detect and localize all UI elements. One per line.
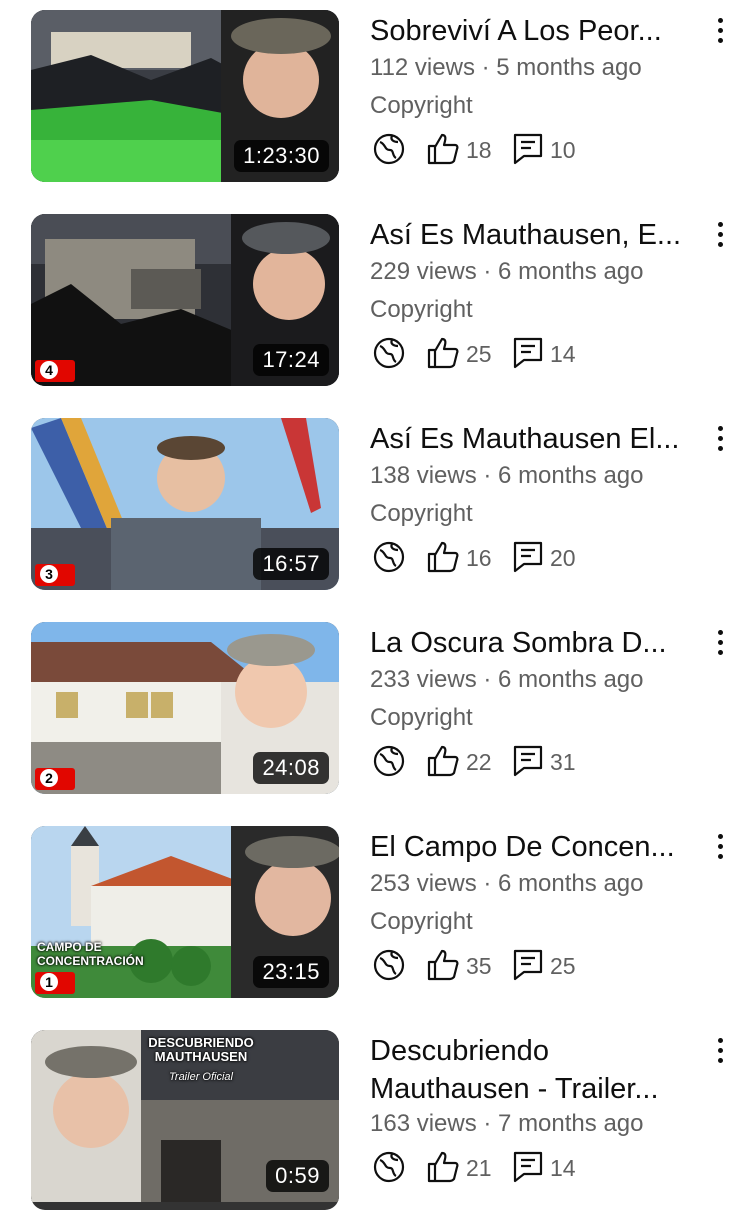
video-restriction[interactable]: Copyright (370, 296, 473, 324)
like-count: 21 (466, 1155, 492, 1181)
part-badge: 3 (35, 564, 75, 586)
video-meta: 233 views · 6 months ago (370, 666, 644, 693)
video-title[interactable]: Así Es Mauthausen, E... (370, 216, 690, 254)
comment-count: 10 (550, 137, 576, 163)
comment-count: 14 (550, 1155, 576, 1181)
video-restriction[interactable]: Copyright (370, 92, 473, 120)
more-vert-icon[interactable] (710, 1038, 730, 1068)
video-restriction[interactable]: Copyright (370, 500, 473, 528)
video-thumbnail[interactable]: 4 17:24 (31, 214, 339, 386)
comment-icon[interactable] (512, 336, 544, 370)
globe-icon (373, 745, 405, 777)
comment-icon[interactable] (512, 540, 544, 574)
video-restriction[interactable]: Copyright (370, 704, 473, 732)
thumbs-up-icon[interactable] (426, 132, 460, 166)
video-stats: 21 14 (370, 1150, 610, 1190)
video-meta: 253 views · 6 months ago (370, 870, 644, 897)
more-vert-icon[interactable] (710, 426, 730, 456)
video-thumbnail[interactable]: 1:23:30 (31, 10, 339, 182)
video-duration: 24:08 (253, 752, 329, 784)
video-duration: 0:59 (266, 1160, 329, 1192)
video-stats: 16 20 (370, 540, 610, 580)
video-thumbnail[interactable]: 2 24:08 (31, 622, 339, 794)
video-title[interactable]: Así Es Mauthausen El... (370, 420, 690, 458)
thumbs-up-icon[interactable] (426, 948, 460, 982)
comment-count: 25 (550, 953, 576, 979)
video-row[interactable]: 3 16:57 Así Es Mauthausen El... 138 view… (0, 418, 751, 594)
globe-icon (373, 133, 405, 165)
video-meta: 138 views · 6 months ago (370, 462, 644, 489)
comment-icon[interactable] (512, 1150, 544, 1184)
comment-count: 31 (550, 749, 576, 775)
thumbs-up-icon[interactable] (426, 1150, 460, 1184)
video-thumbnail[interactable]: DESCUBRIENDO MAUTHAUSEN Trailer Oficial … (31, 1030, 339, 1210)
video-stats: 35 25 (370, 948, 610, 988)
video-row[interactable]: CAMPO DE CONCENTRACIÓN 1 23:15 El Campo … (0, 826, 751, 1002)
comment-count: 20 (550, 545, 576, 571)
comment-count: 14 (550, 341, 576, 367)
more-vert-icon[interactable] (710, 834, 730, 864)
globe-icon (373, 337, 405, 369)
more-vert-icon[interactable] (710, 222, 730, 252)
video-duration: 1:23:30 (234, 140, 329, 172)
video-thumbnail[interactable]: CAMPO DE CONCENTRACIÓN 1 23:15 (31, 826, 339, 998)
video-title[interactable]: El Campo De Concen... (370, 828, 690, 866)
more-vert-icon[interactable] (710, 18, 730, 48)
video-meta: 229 views · 6 months ago (370, 258, 644, 285)
video-restriction[interactable]: Copyright (370, 908, 473, 936)
video-row[interactable]: 2 24:08 La Oscura Sombra D... 233 views … (0, 622, 751, 798)
thumbs-up-icon[interactable] (426, 336, 460, 370)
video-stats: 25 14 (370, 336, 610, 376)
comment-icon[interactable] (512, 948, 544, 982)
video-row[interactable]: 1:23:30 Sobreviví A Los Peor... 112 view… (0, 10, 751, 186)
like-count: 22 (466, 749, 492, 775)
video-row[interactable]: 4 17:24 Así Es Mauthausen, E... 229 view… (0, 214, 751, 390)
video-meta: 112 views · 5 months ago (370, 54, 642, 81)
video-stats: 18 10 (370, 132, 610, 172)
video-row[interactable]: DESCUBRIENDO MAUTHAUSEN Trailer Oficial … (0, 1030, 751, 1210)
like-count: 25 (466, 341, 492, 367)
video-meta: 163 views · 7 months ago (370, 1110, 644, 1137)
part-badge: 4 (35, 360, 75, 382)
thumbnail-caption: DESCUBRIENDO MAUTHAUSEN (148, 1035, 254, 1064)
video-title[interactable]: La Oscura Sombra D... (370, 624, 690, 662)
video-title[interactable]: Sobreviví A Los Peor... (370, 12, 690, 50)
globe-icon (373, 949, 405, 981)
thumbnail-subcaption: Trailer Oficial (169, 1071, 233, 1083)
video-duration: 17:24 (253, 344, 329, 376)
comment-icon[interactable] (512, 744, 544, 778)
thumbs-up-icon[interactable] (426, 540, 460, 574)
video-thumbnail[interactable]: 3 16:57 (31, 418, 339, 590)
video-duration: 23:15 (253, 956, 329, 988)
more-vert-icon[interactable] (710, 630, 730, 660)
video-duration: 16:57 (253, 548, 329, 580)
thumbnail-caption: CAMPO DE CONCENTRACIÓN (37, 940, 144, 968)
part-badge: 2 (35, 768, 75, 790)
video-stats: 22 31 (370, 744, 610, 784)
comment-icon[interactable] (512, 132, 544, 166)
video-title[interactable]: Descubriendo Mauthausen - Trailer... (370, 1032, 690, 1108)
part-badge: 1 (35, 972, 75, 994)
like-count: 18 (466, 137, 492, 163)
globe-icon (373, 1151, 405, 1183)
thumbs-up-icon[interactable] (426, 744, 460, 778)
like-count: 16 (466, 545, 492, 571)
globe-icon (373, 541, 405, 573)
like-count: 35 (466, 953, 492, 979)
